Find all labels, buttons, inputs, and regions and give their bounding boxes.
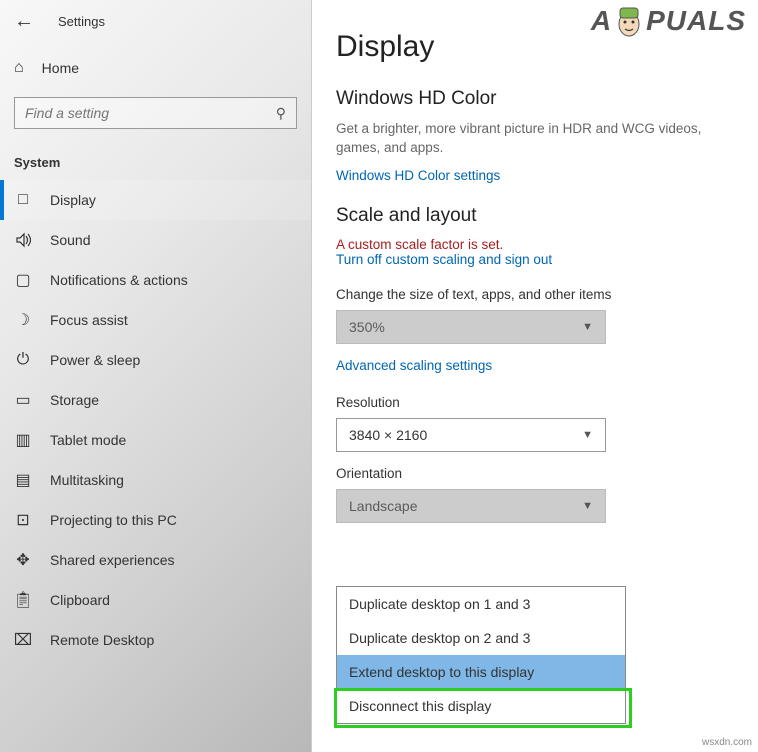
sidebar-item-focus-assist[interactable]: ☽ Focus assist [0, 300, 311, 340]
project-icon: ⊡ [14, 511, 32, 529]
sound-icon [14, 231, 32, 249]
watermark-face-icon [614, 4, 644, 38]
storage-icon: ▭ [14, 391, 32, 409]
notifications-icon: ▢ [14, 271, 32, 289]
sidebar-item-multitasking[interactable]: ▤ Multitasking [0, 460, 311, 500]
hd-color-settings-link[interactable]: Windows HD Color settings [336, 168, 734, 183]
watermark-pre: A [591, 5, 612, 37]
multitask-icon: ▤ [14, 471, 32, 489]
window-title: Settings [58, 14, 105, 29]
popup-option-duplicate-1-3[interactable]: Duplicate desktop on 1 and 3 [337, 587, 625, 621]
search-input[interactable] [25, 105, 276, 121]
chevron-down-icon: ▼ [582, 429, 593, 441]
watermark-post: PUALS [646, 5, 746, 37]
tablet-icon: ▥ [14, 431, 32, 449]
custom-scale-warning: A custom scale factor is set. [336, 237, 734, 252]
sidebar-item-shared-experiences[interactable]: ✥ Shared experiences [0, 540, 311, 580]
watermark-logo: A PUALS [591, 4, 746, 38]
resolution-label: Resolution [336, 395, 734, 410]
hd-color-heading: Windows HD Color [336, 88, 734, 110]
sidebar-item-projecting[interactable]: ⊡ Projecting to this PC [0, 500, 311, 540]
display-icon: □ [14, 191, 32, 209]
nav-label: Storage [50, 392, 99, 408]
search-box[interactable]: ⚲ [14, 97, 297, 129]
nav-label: Power & sleep [50, 352, 140, 368]
sidebar-header: ← Settings [0, 0, 311, 43]
focus-icon: ☽ [14, 311, 32, 329]
resolution-dropdown[interactable]: 3840 × 2160 ▼ [336, 418, 606, 452]
text-size-value: 350% [349, 319, 385, 335]
chevron-down-icon: ▼ [582, 500, 593, 512]
shared-icon: ✥ [14, 551, 32, 569]
nav-label: Clipboard [50, 592, 110, 608]
scale-heading: Scale and layout [336, 205, 734, 227]
nav-label: Display [50, 192, 96, 208]
nav-label: Multitasking [50, 472, 124, 488]
turn-off-scaling-link[interactable]: Turn off custom scaling and sign out [336, 252, 734, 267]
sidebar-item-storage[interactable]: ▭ Storage [0, 380, 311, 420]
sidebar-item-clipboard[interactable]: 📋︎ Clipboard [0, 580, 311, 620]
power-icon: ⏻ [14, 351, 32, 369]
home-label: Home [42, 60, 79, 76]
orientation-label: Orientation [336, 466, 734, 481]
sidebar: ← Settings ⌂ Home ⚲ System □ Display Sou… [0, 0, 312, 752]
sidebar-item-display[interactable]: □ Display [0, 180, 311, 220]
sidebar-item-notifications[interactable]: ▢ Notifications & actions [0, 260, 311, 300]
orientation-value: Landscape [349, 498, 418, 514]
back-arrow-icon[interactable]: ← [14, 10, 34, 33]
sidebar-item-sound[interactable]: Sound [0, 220, 311, 260]
popup-option-extend[interactable]: Extend desktop to this display [337, 655, 625, 689]
hd-color-desc: Get a brighter, more vibrant picture in … [336, 120, 734, 158]
footer-source: wsxdn.com [702, 737, 752, 748]
nav-label: Remote Desktop [50, 632, 154, 648]
nav-label: Tablet mode [50, 432, 126, 448]
main-content: A PUALS Display Windows HD Color Get a b… [312, 0, 758, 752]
search-icon: ⚲ [276, 105, 286, 122]
chevron-down-icon: ▼ [582, 321, 593, 333]
multi-display-popup: Duplicate desktop on 1 and 3 Duplicate d… [336, 586, 626, 724]
nav-label: Notifications & actions [50, 272, 188, 288]
advanced-scaling-link[interactable]: Advanced scaling settings [336, 358, 734, 373]
nav-label: Projecting to this PC [50, 512, 177, 528]
remote-icon: ⌧ [14, 631, 32, 649]
text-size-label: Change the size of text, apps, and other… [336, 287, 734, 302]
section-label-system: System [0, 139, 311, 180]
sidebar-item-home[interactable]: ⌂ Home [0, 49, 311, 87]
clipboard-icon: 📋︎ [14, 591, 32, 609]
text-size-dropdown[interactable]: 350% ▼ [336, 310, 606, 344]
sidebar-item-remote-desktop[interactable]: ⌧ Remote Desktop [0, 620, 311, 660]
nav-label: Shared experiences [50, 552, 175, 568]
orientation-dropdown[interactable]: Landscape ▼ [336, 489, 606, 523]
home-icon: ⌂ [14, 59, 24, 77]
popup-option-disconnect[interactable]: Disconnect this display [337, 689, 625, 723]
nav-label: Sound [50, 232, 90, 248]
nav-label: Focus assist [50, 312, 128, 328]
sidebar-item-power-sleep[interactable]: ⏻ Power & sleep [0, 340, 311, 380]
resolution-value: 3840 × 2160 [349, 427, 427, 443]
sidebar-item-tablet-mode[interactable]: ▥ Tablet mode [0, 420, 311, 460]
popup-option-duplicate-2-3[interactable]: Duplicate desktop on 2 and 3 [337, 621, 625, 655]
